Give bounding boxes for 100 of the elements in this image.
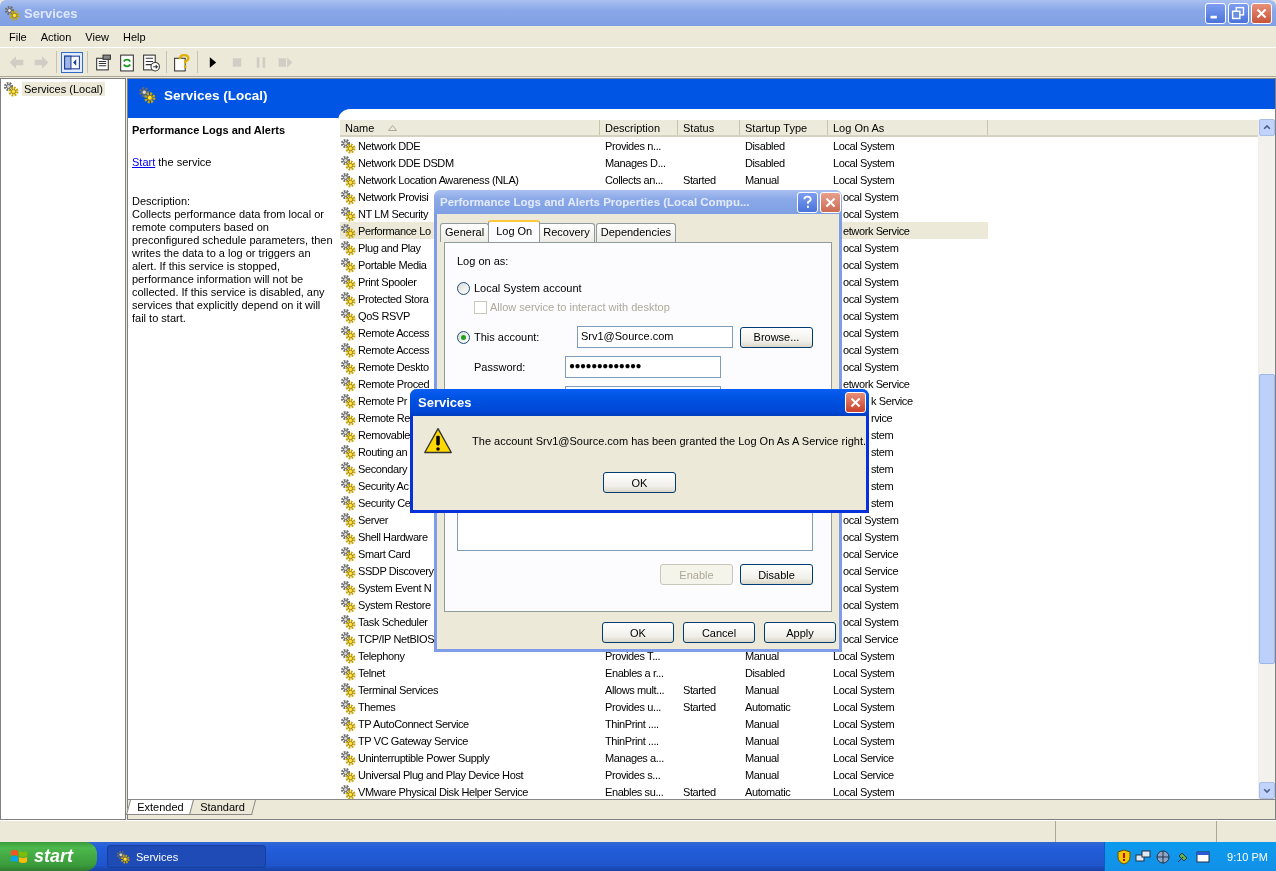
radio-label: Local System account (474, 282, 582, 294)
table-cell-text: ocal System (843, 530, 900, 543)
table-cell-text: Started (682, 700, 717, 713)
table-cell-text: rvice (871, 411, 894, 424)
table-cell-text: Enables a r... (604, 666, 665, 679)
table-cell-text: etwork Service (843, 377, 911, 390)
table-cell-text: Local System (832, 717, 896, 730)
dialog-title: Performance Logs and Alerts Properties (Local Compu... (440, 196, 751, 208)
table-cell-text: Manual (744, 768, 780, 781)
table-cell-text: ocal System (843, 615, 900, 628)
message-title: Services (418, 395, 473, 410)
table-cell-text: Automatic (744, 700, 792, 713)
table-cell-text: Started (682, 683, 717, 696)
table-cell-text: Local System (832, 173, 896, 186)
description-text: Collects performance data from local or remote computers based on preconfigured schedule parameters, then writes the data to a log or triggers an alert. If this service is stopped, performance information will not be collected. If this service is disabled, any services that explicitly depend on it will fail to start. (132, 208, 334, 325)
description-label: Description: (132, 195, 192, 208)
table-cell-text: Local System (832, 734, 896, 747)
table-cell-text: Uninterruptible Power Supply (358, 751, 491, 764)
table-cell-text: Remote Access (358, 343, 431, 356)
table-cell-text: stem (871, 428, 895, 441)
message-text: The account Srv1@Source.com has been granted the Log On As A Service right. (472, 435, 866, 447)
table-cell-text: stem (871, 462, 895, 475)
table-cell-text: Enables su... (604, 785, 665, 798)
table-cell-text: Task Scheduler (358, 615, 429, 628)
table-cell-text: ocal System (843, 258, 900, 271)
table-cell-text: ocal System (843, 513, 900, 526)
table-cell-text: Universal Plug and Play Device Host (358, 768, 525, 781)
table-cell-text: Allows mult... (604, 683, 666, 696)
table-cell-text: ThinPrint .... (604, 717, 660, 730)
table-cell-text: ocal System (843, 598, 900, 611)
table-cell-text: ocal System (843, 190, 900, 203)
table-cell-text: Local Service (832, 751, 895, 764)
service-title: Performance Logs and Alerts (132, 124, 287, 136)
table-cell-text: ocal System (843, 292, 900, 305)
table-cell-text: Smart Card (358, 547, 412, 560)
window-title: Services (24, 5, 79, 21)
table-cell-text: Manual (744, 717, 780, 730)
table-cell-text: ocal System (843, 207, 900, 220)
table-cell-text: ocal System (843, 581, 900, 594)
table-cell-text: Local System (832, 700, 896, 713)
table-cell-text: Portable Media (358, 258, 428, 271)
table-cell-text: Started (682, 785, 717, 798)
table-cell-text: QoS RSVP (358, 309, 411, 322)
table-cell: System Event N (358, 581, 432, 594)
table-cell-text: ocal System (843, 326, 900, 339)
table-cell-text: etwork Service (843, 224, 911, 237)
table-cell-text: Themes (358, 700, 397, 713)
table-cell-text: TP AutoConnect Service (358, 717, 470, 730)
table-cell-text: Disabled (744, 139, 786, 152)
table-cell-text: Manual (744, 649, 780, 662)
table-cell-text: ocal System (843, 343, 900, 356)
table-cell-text: Plug and Play (358, 241, 422, 254)
table-cell-text: Telephony (358, 649, 406, 662)
table-cell-text: Manual (744, 173, 780, 186)
table-cell-text: Disabled (744, 156, 786, 169)
radio-label: This account: (474, 331, 541, 343)
table-cell-text: ocal System (843, 309, 900, 322)
table-cell: TCP/IP NetBIOS (358, 632, 432, 645)
table-cell: System Restore (358, 598, 432, 611)
table-cell: Routing an (358, 445, 408, 458)
table-cell: Performance Lo (358, 224, 432, 237)
table-cell-text: stem (871, 479, 895, 492)
table-cell-text: TP VC Gateway Service (358, 734, 469, 747)
table-cell-text: Provides u... (604, 700, 662, 713)
table-cell-text: ocal System (843, 275, 900, 288)
table-cell-text: Started (682, 173, 717, 186)
table-cell-text: Local System (832, 683, 896, 696)
table-cell-text: ocal System (843, 241, 900, 254)
table-cell: Security Ac (358, 479, 408, 492)
table-cell-text: Local System (832, 785, 896, 798)
table-cell-text: Terminal Services (358, 683, 439, 696)
table-cell-text: NT LM Security (358, 207, 430, 220)
table-cell: Security Ce (358, 496, 408, 509)
table-cell-text: Automatic (744, 785, 792, 798)
table-cell: Remote Pr (358, 394, 408, 407)
action-text: Start the service (132, 156, 213, 169)
pane-title: Services (Local) (164, 87, 268, 103)
password-label: Password: (473, 361, 527, 373)
table-cell-text: Network DDE DSDM (358, 156, 455, 169)
table-cell: Secondary (358, 462, 408, 475)
table-cell-text: Disabled (744, 666, 786, 679)
table-cell-text: Network DDE (358, 139, 422, 152)
table-cell-text: Local System (832, 649, 896, 662)
table-cell-text: Protected Stora (358, 292, 430, 305)
table-cell-text: Remote Proced (358, 377, 431, 390)
table-cell: Remote Re (358, 411, 408, 424)
table-cell-text: ocal System (843, 360, 900, 373)
table-cell-text: Provides s... (604, 768, 662, 781)
table-cell-text: stem (871, 445, 895, 458)
table-cell-text: ocal Service (843, 632, 900, 645)
table-cell-text: Manages a... (604, 751, 665, 764)
table-cell-text: Network Provisi (358, 190, 430, 203)
clock: 9:10 PM (1227, 850, 1268, 863)
table-cell-text: Telnet (358, 666, 387, 679)
table-cell-text: VMware Physical Disk Helper Service (358, 785, 529, 798)
table-cell-text: Manual (744, 734, 780, 747)
table-cell: SSDP Discovery (358, 564, 432, 577)
table-cell-text: Local System (832, 156, 896, 169)
table-cell-text: Local System (832, 666, 896, 679)
table-cell-text: Manages D... (604, 156, 667, 169)
